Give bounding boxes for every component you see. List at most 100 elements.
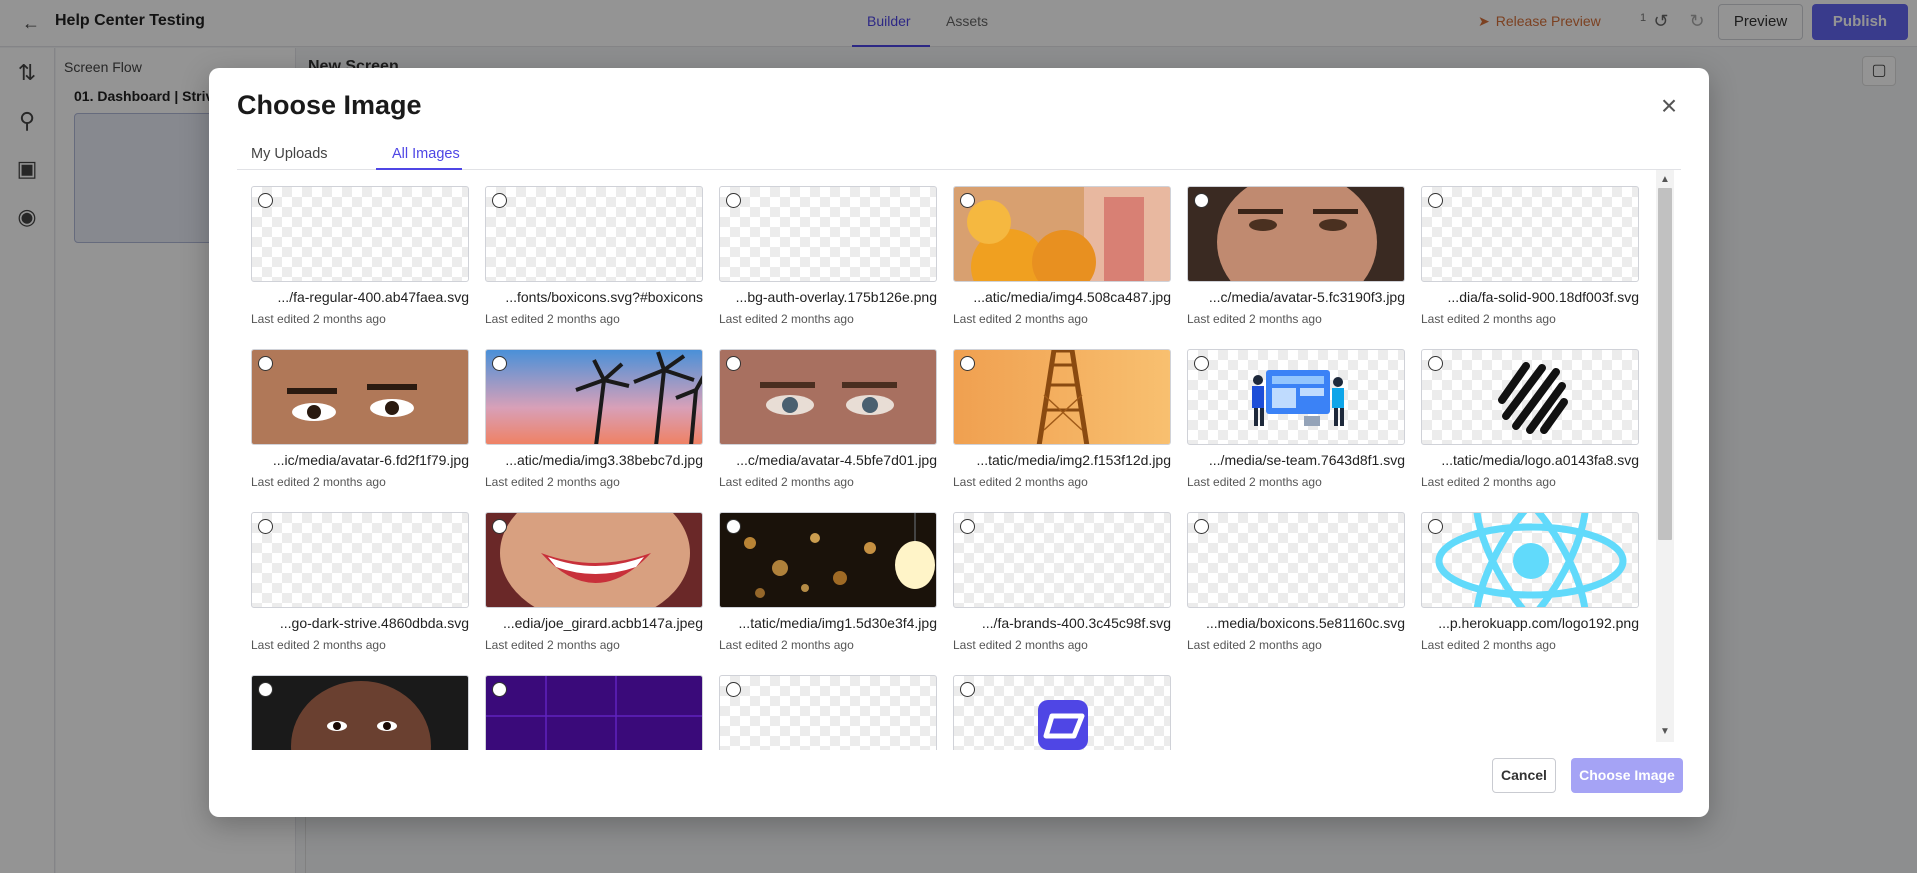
image-card[interactable] — [485, 675, 705, 750]
image-edited-date: Last edited 2 months ago — [1421, 475, 1556, 489]
image-thumbnail — [485, 186, 703, 282]
image-card[interactable]: ...atic/media/img3.38bebc7d.jpg Last edi… — [485, 349, 705, 509]
select-radio[interactable] — [1194, 193, 1209, 208]
image-edited-date: Last edited 2 months ago — [251, 638, 386, 652]
image-thumbnail — [953, 512, 1171, 608]
image-edited-date: Last edited 2 months ago — [1187, 475, 1322, 489]
select-radio[interactable] — [258, 682, 273, 697]
select-radio[interactable] — [492, 356, 507, 371]
image-edited-date: Last edited 2 months ago — [251, 475, 386, 489]
image-edited-date: Last edited 2 months ago — [485, 475, 620, 489]
image-card[interactable]: ...go-dark-strive.4860dbda.svg Last edit… — [251, 512, 471, 672]
image-card[interactable]: ...media/boxicons.5e81160c.svg Last edit… — [1187, 512, 1407, 672]
eiffel-tower-photo — [953, 349, 1171, 445]
image-edited-date: Last edited 2 months ago — [719, 638, 854, 652]
image-thumbnail — [251, 512, 469, 608]
image-card[interactable] — [719, 675, 939, 750]
image-card[interactable]: ...ic/media/avatar-6.fd2f1f79.jpg Last e… — [251, 349, 471, 509]
image-card[interactable]: ...bg-auth-overlay.175b126e.png Last edi… — [719, 186, 939, 346]
select-radio[interactable] — [1428, 356, 1443, 371]
image-edited-date: Last edited 2 months ago — [251, 312, 386, 326]
select-radio[interactable] — [492, 193, 507, 208]
image-card[interactable]: ...dia/fa-solid-900.18df003f.svg Last ed… — [1421, 186, 1641, 346]
image-edited-date: Last edited 2 months ago — [1187, 312, 1322, 326]
select-radio[interactable] — [726, 356, 741, 371]
image-card[interactable]: .../fa-regular-400.ab47faea.svg Last edi… — [251, 186, 471, 346]
smile-photo — [485, 512, 703, 608]
image-filename: ...p.herokuapp.com/logo192.png — [1438, 615, 1639, 631]
image-filename: .../fa-brands-400.3c45c98f.svg — [981, 615, 1171, 631]
select-radio[interactable] — [258, 519, 273, 534]
grid-scrollbar[interactable]: ▲ ▼ — [1656, 170, 1674, 742]
image-edited-date: Last edited 2 months ago — [1421, 312, 1556, 326]
close-icon[interactable]: × — [1654, 92, 1684, 122]
select-radio[interactable] — [1194, 356, 1209, 371]
choose-image-modal: Choose Image × My Uploads All Images ...… — [209, 68, 1709, 817]
image-card[interactable]: ...edia/joe_girard.acbb147a.jpeg Last ed… — [485, 512, 705, 672]
image-filename: ...tatic/media/img2.f153f12d.jpg — [976, 452, 1171, 468]
image-thumbnail — [251, 186, 469, 282]
image-filename: ...c/media/avatar-4.5bfe7d01.jpg — [736, 452, 937, 468]
eyes-photo — [251, 349, 469, 445]
image-card[interactable]: ...tatic/media/img1.5d30e3f4.jpg Last ed… — [719, 512, 939, 672]
select-radio[interactable] — [960, 193, 975, 208]
woman-smile-photo — [251, 675, 469, 750]
select-radio[interactable] — [258, 356, 273, 371]
image-card[interactable]: ...c/media/avatar-5.fc3190f3.jpg Last ed… — [1187, 186, 1407, 346]
select-radio[interactable] — [258, 193, 273, 208]
team-illustration — [1187, 349, 1405, 445]
choose-image-button[interactable]: Choose Image — [1571, 758, 1683, 793]
image-card[interactable]: ...tatic/media/img2.f153f12d.jpg Last ed… — [953, 349, 1173, 509]
palm-sunset-photo — [485, 349, 703, 445]
image-filename: ...tatic/media/img1.5d30e3f4.jpg — [738, 615, 937, 631]
image-filename: .../media/se-team.7643d8f1.svg — [1208, 452, 1405, 468]
man-face-photo — [1187, 186, 1405, 282]
image-filename: ...tatic/media/logo.a0143fa8.svg — [1441, 452, 1639, 468]
image-edited-date: Last edited 2 months ago — [953, 475, 1088, 489]
image-filename: .../fa-regular-400.ab47faea.svg — [277, 289, 469, 305]
scroll-thumb[interactable] — [1658, 188, 1672, 540]
image-card[interactable]: .../media/se-team.7643d8f1.svg Last edit… — [1187, 349, 1407, 509]
image-edited-date: Last edited 2 months ago — [485, 312, 620, 326]
select-radio[interactable] — [1428, 193, 1443, 208]
peaches-photo — [953, 186, 1171, 282]
image-card[interactable]: .../fa-brands-400.3c45c98f.svg Last edit… — [953, 512, 1173, 672]
image-filename: ...c/media/avatar-5.fc3190f3.jpg — [1208, 289, 1405, 305]
select-radio[interactable] — [960, 519, 975, 534]
modal-tabs: My Uploads All Images — [237, 140, 1681, 170]
image-card[interactable]: ...atic/media/img4.508ca487.jpg Last edi… — [953, 186, 1173, 346]
image-thumbnail — [719, 186, 937, 282]
select-radio[interactable] — [726, 193, 741, 208]
scroll-up-icon[interactable]: ▲ — [1656, 174, 1674, 186]
stripes-logo — [1421, 349, 1639, 445]
image-filename: ...bg-auth-overlay.175b126e.png — [735, 289, 937, 305]
select-radio[interactable] — [492, 519, 507, 534]
select-radio[interactable] — [492, 682, 507, 697]
image-card[interactable]: ...fonts/boxicons.svg?#boxicons Last edi… — [485, 186, 705, 346]
select-radio[interactable] — [1194, 519, 1209, 534]
image-filename: ...atic/media/img4.508ca487.jpg — [973, 289, 1171, 305]
image-card[interactable]: ...tatic/media/logo.a0143fa8.svg Last ed… — [1421, 349, 1641, 509]
select-radio[interactable] — [960, 682, 975, 697]
image-edited-date: Last edited 2 months ago — [719, 475, 854, 489]
cancel-button[interactable]: Cancel — [1492, 758, 1556, 793]
select-radio[interactable] — [726, 519, 741, 534]
image-edited-date: Last edited 2 months ago — [485, 638, 620, 652]
tab-my-uploads[interactable]: My Uploads — [251, 146, 328, 162]
image-card[interactable] — [251, 675, 471, 750]
scroll-down-icon[interactable]: ▼ — [1656, 726, 1674, 738]
purple-grid — [485, 675, 703, 750]
select-radio[interactable] — [960, 356, 975, 371]
image-grid: .../fa-regular-400.ab47faea.svg Last edi… — [237, 170, 1650, 750]
image-edited-date: Last edited 2 months ago — [719, 312, 854, 326]
select-radio[interactable] — [726, 682, 741, 697]
man-eyes-photo — [719, 349, 937, 445]
image-filename: ...fonts/boxicons.svg?#boxicons — [505, 289, 703, 305]
image-card[interactable]: ...p.herokuapp.com/logo192.png Last edit… — [1421, 512, 1641, 672]
image-edited-date: Last edited 2 months ago — [953, 312, 1088, 326]
image-card[interactable]: ...c/media/avatar-4.5bfe7d01.jpg Last ed… — [719, 349, 939, 509]
image-card[interactable] — [953, 675, 1173, 750]
select-radio[interactable] — [1428, 519, 1443, 534]
tab-all-images[interactable]: All Images — [392, 146, 460, 162]
image-filename: ...edia/joe_girard.acbb147a.jpeg — [502, 615, 703, 631]
